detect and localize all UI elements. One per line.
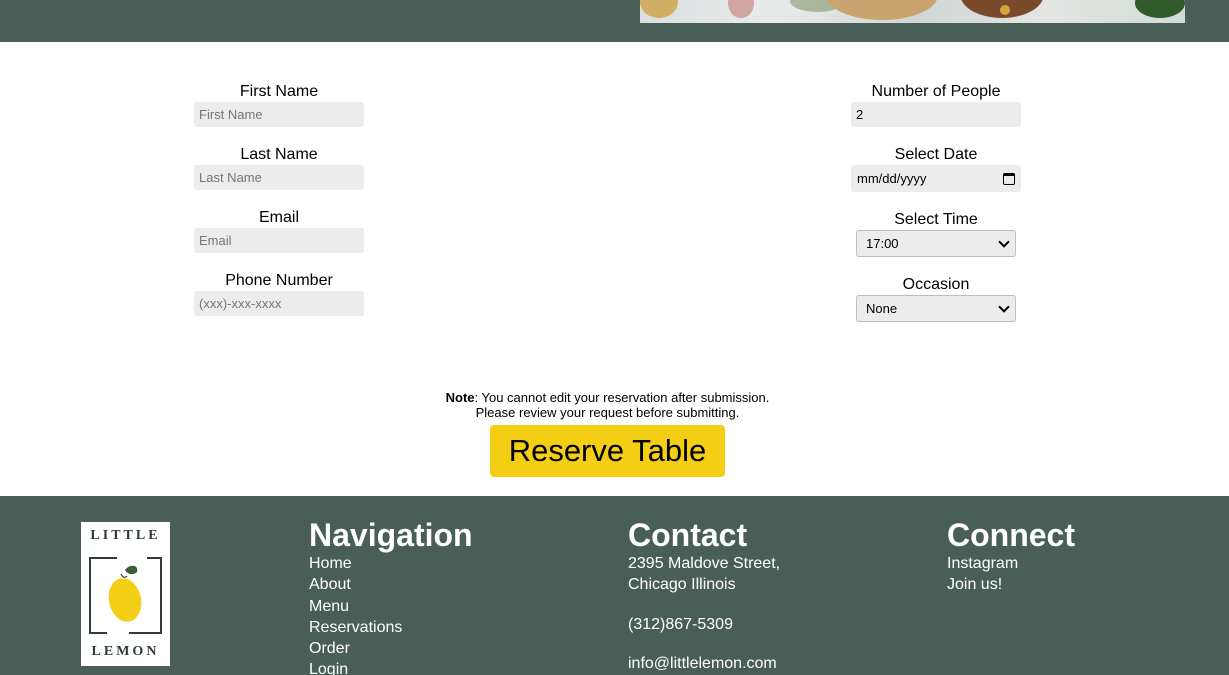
date-label: Select Date	[894, 146, 978, 163]
footer-navigation: Navigation Home About Menu Reservations …	[309, 517, 473, 675]
last-name-label: Last Name	[240, 146, 318, 163]
logo-bottom-text: LEMON	[91, 644, 160, 659]
date-group: Select Date mm/dd/yyyy	[851, 145, 1021, 192]
little-lemon-logo[interactable]: LITTLE LEMON	[81, 522, 170, 666]
logo-top-text: LITTLE	[90, 528, 161, 543]
nav-link-home[interactable]: Home	[309, 553, 473, 574]
time-group: Select Time 17:00	[851, 210, 1021, 257]
time-label: Select Time	[894, 211, 978, 228]
occasion-value: None	[866, 301, 898, 316]
people-input[interactable]	[851, 102, 1021, 127]
connect-link-instagram[interactable]: Instagram	[947, 553, 1075, 574]
nav-link-login[interactable]: Login	[309, 659, 473, 675]
note-bold: Note	[445, 390, 475, 405]
lemon-icon	[108, 565, 142, 622]
footer: LITTLE LEMON Navigation Home About Menu …	[0, 496, 1229, 675]
note-line1: : You cannot edit your reservation after…	[474, 390, 770, 405]
nav-link-about[interactable]: About	[309, 574, 473, 595]
first-name-group: First Name	[194, 82, 364, 127]
contact-address-line2: Chicago Illinois	[628, 576, 736, 593]
phone-group: Phone Number	[194, 271, 364, 316]
time-select[interactable]: 17:00	[856, 230, 1016, 257]
people-group: Number of People	[851, 82, 1021, 127]
note-line2: Please review your request before submit…	[475, 405, 740, 420]
email-label: Email	[258, 209, 299, 226]
hero-food-image	[640, 0, 1185, 23]
contact-email: info@littlelemon.com	[628, 655, 777, 672]
email-group: Email	[194, 208, 364, 253]
footer-contact: Contact 2395 Maldove Street, Chicago Ill…	[628, 517, 781, 674]
date-value: mm/dd/yyyy	[857, 171, 927, 186]
date-input[interactable]: mm/dd/yyyy	[851, 165, 1021, 192]
occasion-select[interactable]: None	[856, 295, 1016, 322]
connect-link-join-us[interactable]: Join us!	[947, 574, 1075, 595]
phone-label: Phone Number	[225, 272, 333, 289]
email-input[interactable]	[194, 228, 364, 253]
footer-connect: Connect Instagram Join us!	[947, 517, 1075, 596]
chevron-down-icon	[998, 235, 1010, 248]
phone-input[interactable]	[194, 291, 364, 316]
calendar-icon[interactable]	[1003, 172, 1015, 185]
reserve-table-button[interactable]: Reserve Table	[490, 425, 725, 477]
submission-note: Note: You cannot edit your reservation a…	[0, 390, 1215, 420]
contact-address-line1: 2395 Maldove Street,	[628, 555, 781, 572]
contact-phone: (312)867-5309	[628, 616, 733, 633]
last-name-group: Last Name	[194, 145, 364, 190]
first-name-label: First Name	[239, 83, 319, 100]
time-value: 17:00	[866, 236, 899, 251]
people-label: Number of People	[871, 83, 1001, 100]
navigation-heading: Navigation	[309, 517, 473, 553]
occasion-group: Occasion None	[851, 275, 1021, 322]
contact-heading: Contact	[628, 517, 748, 553]
connect-heading: Connect	[947, 517, 1075, 553]
first-name-input[interactable]	[194, 102, 364, 127]
chevron-down-icon	[998, 300, 1010, 313]
header-band	[0, 0, 1229, 42]
nav-link-menu[interactable]: Menu	[309, 596, 473, 617]
last-name-input[interactable]	[194, 165, 364, 190]
nav-link-reservations[interactable]: Reservations	[309, 617, 473, 638]
occasion-label: Occasion	[902, 276, 970, 293]
nav-link-order[interactable]: Order	[309, 638, 473, 659]
